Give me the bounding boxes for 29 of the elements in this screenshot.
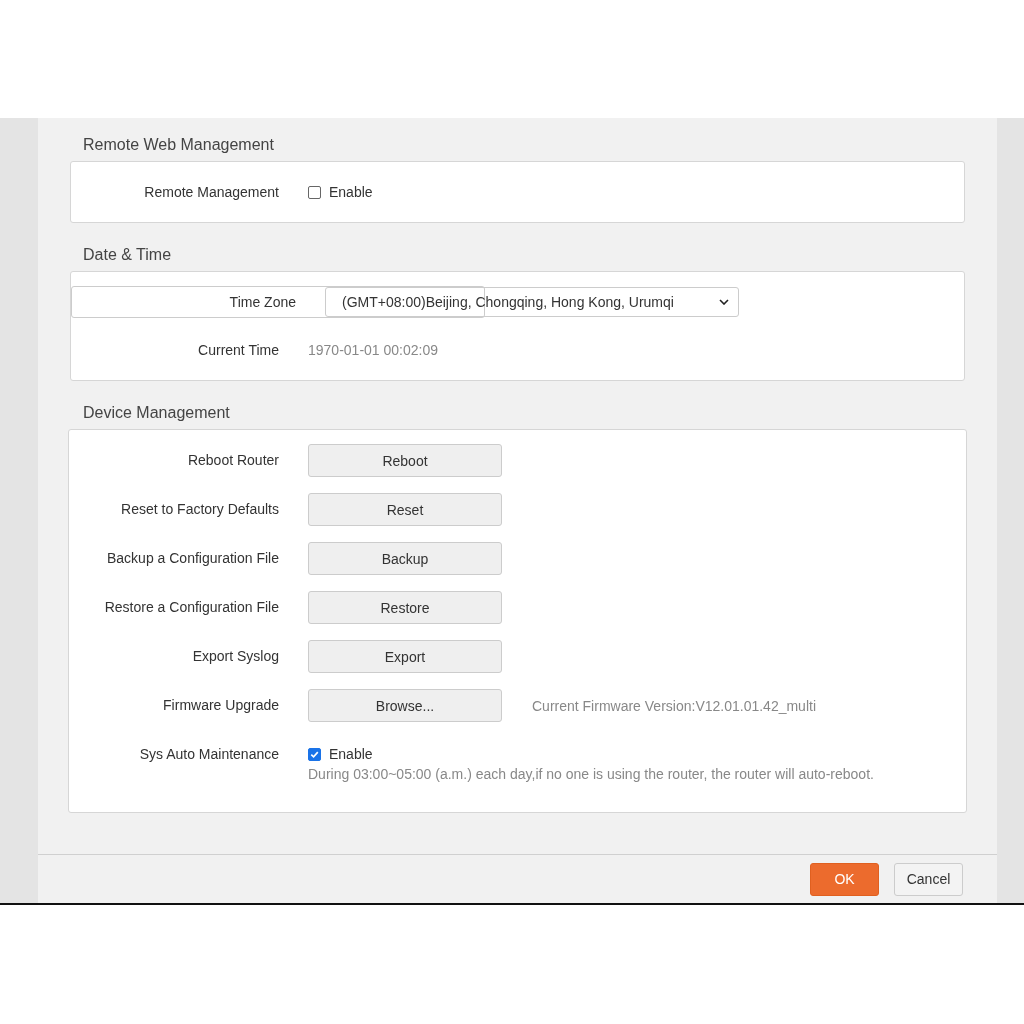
field-label: Current Time: [197, 341, 279, 360]
section-heading: Device Management: [82, 403, 231, 423]
checkbox[interactable]: [308, 185, 321, 199]
cancel-button[interactable]: Cancel: [894, 862, 963, 896]
action-button[interactable]: Backup: [308, 542, 502, 575]
action-button[interactable]: Reboot: [308, 444, 502, 477]
action-button[interactable]: Reset: [308, 493, 502, 526]
field-label: Time Zone: [228, 293, 296, 312]
caret-icon: [719, 299, 729, 305]
action-button[interactable]: Export: [308, 640, 502, 673]
field-value: 1970-01-01 00:02:09: [308, 341, 439, 360]
field-label: Export Syslog: [191, 647, 279, 666]
firmware-version: Current Firmware Version:V12.01.01.42_multi: [532, 697, 817, 714]
action-button[interactable]: Restore: [308, 591, 502, 624]
field-label: Reset to Factory Defaults: [120, 500, 279, 519]
time-zone-select[interactable]: (GMT+08:00)Beijing, Chongqing, Hong Kong, Urumqi: [325, 287, 739, 317]
checkbox[interactable]: [308, 747, 321, 761]
field-label: Sys Auto Maintenance: [138, 745, 279, 764]
field-label: Reboot Router: [186, 451, 279, 470]
section-heading: Date & Time: [82, 245, 173, 265]
field-label: Backup a Configuration File: [106, 549, 279, 568]
checkbox-label: Enable: [329, 746, 373, 762]
field-label: Firmware Upgrade: [162, 696, 279, 715]
hint-text: During 03:00~05:00 (a.m.) each day,if no one is using the router, the router will auto-reboot.: [308, 766, 875, 782]
checkbox-label: Enable: [329, 184, 373, 200]
section-heading: Remote Web Management: [82, 135, 275, 155]
action-button[interactable]: Browse...: [308, 689, 502, 722]
field-label: Restore a Configuration File: [103, 598, 279, 617]
field-label: Remote Management: [143, 183, 279, 202]
